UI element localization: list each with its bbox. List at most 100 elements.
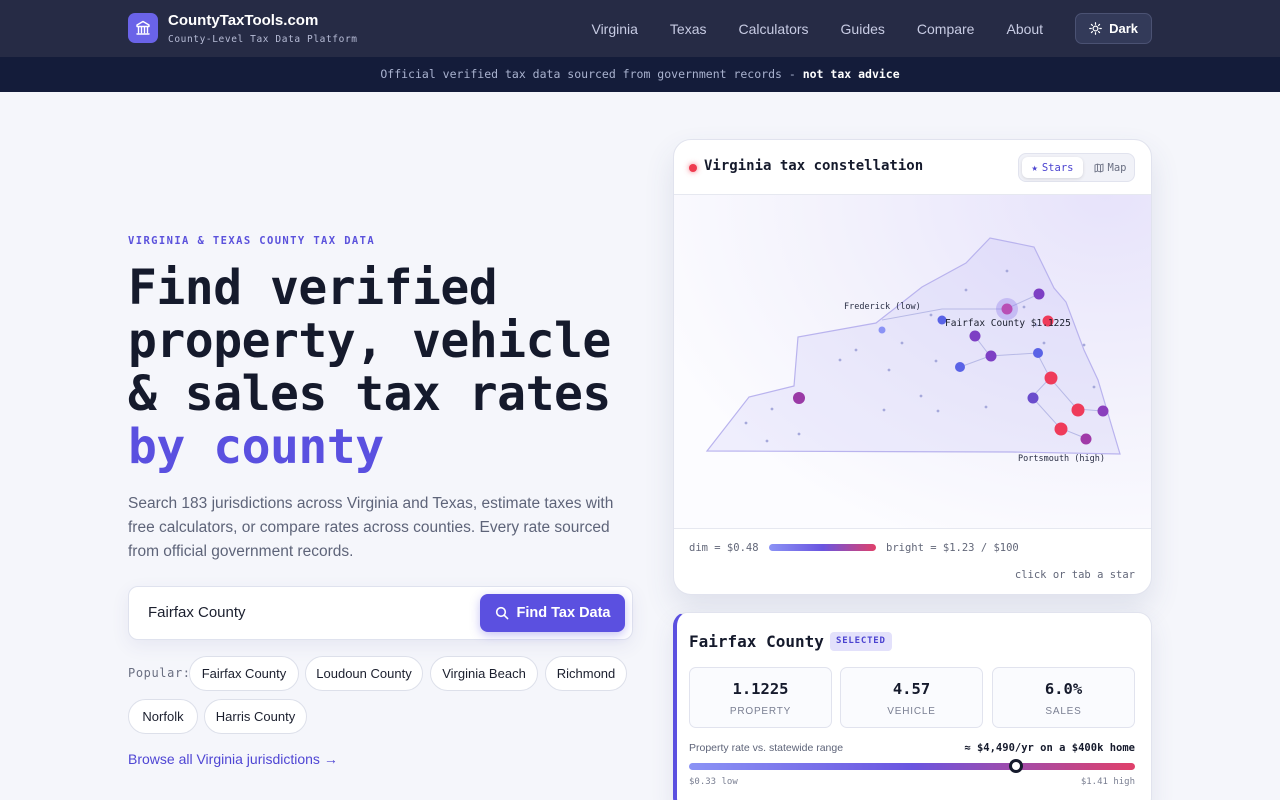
annual-estimate: ≈ $4,490/yr on a $400k home — [964, 742, 1135, 754]
faint-star — [934, 359, 938, 363]
live-indicator — [689, 164, 697, 172]
hero-eyebrow: VIRGINIA & TEXAS COUNTY TAX DATA — [128, 235, 376, 247]
headline-line: property, vehicle — [128, 313, 611, 369]
toggle-map[interactable]: Map — [1087, 157, 1133, 178]
county-star[interactable] — [1071, 403, 1085, 417]
nav-link-texas[interactable]: Texas — [670, 14, 707, 44]
nav-link-compare[interactable]: Compare — [917, 14, 975, 44]
county-star[interactable] — [1044, 371, 1058, 385]
chip-loudoun-county[interactable]: Loudoun County — [305, 656, 423, 691]
chip-fairfax-county[interactable]: Fairfax County — [189, 656, 299, 691]
stat-value: 1.1225 — [732, 680, 789, 698]
disclaimer-banner: Official verified tax data sourced from … — [0, 57, 1280, 92]
stat-label: VEHICLE — [887, 706, 936, 717]
toggle-stars[interactable]: ★ Stars — [1022, 157, 1083, 178]
county-star[interactable] — [1033, 288, 1045, 300]
capitol-building-icon[interactable] — [128, 13, 158, 43]
browse-virginia-link[interactable]: Browse all Virginia jurisdictions → — [128, 751, 338, 767]
faint-star — [936, 409, 940, 413]
nav-link-about[interactable]: About — [1006, 14, 1043, 44]
rate-range-track — [689, 759, 1135, 773]
county-star[interactable] — [1080, 433, 1092, 445]
faint-star — [919, 394, 923, 398]
toggle-map-label: Map — [1107, 161, 1127, 174]
brand-tagline: County-Level Tax Data Platform — [168, 34, 358, 45]
label-high: Portsmouth (high) — [1018, 454, 1105, 464]
county-detail-card: Fairfax County SELECTED 1.1225 PROPERTY … — [673, 612, 1152, 800]
faint-star — [1042, 341, 1046, 345]
banner-text: Official verified tax data sourced from … — [380, 67, 803, 81]
stat-value: 4.57 — [892, 680, 931, 698]
stat-label: PROPERTY — [729, 706, 792, 717]
county-star[interactable] — [1097, 405, 1109, 417]
faint-star — [984, 405, 988, 409]
theme-toggle-button[interactable]: Dark — [1075, 13, 1152, 44]
search-input[interactable] — [148, 604, 468, 621]
faint-star — [797, 432, 801, 436]
hero-headline: Find verified property, vehicle & sales … — [128, 262, 611, 474]
county-star[interactable] — [1033, 348, 1043, 358]
chip-virginia-beach[interactable]: Virginia Beach — [430, 656, 538, 691]
faint-star — [1092, 385, 1096, 389]
range-min: $0.33 low — [689, 777, 738, 787]
faint-star — [1022, 305, 1026, 309]
headline-line: Find verified — [128, 260, 498, 316]
brand-name[interactable]: CountyTaxTools.com — [168, 12, 318, 29]
rate-range-marker[interactable] — [1009, 759, 1024, 773]
nav-link-guides[interactable]: Guides — [841, 14, 885, 44]
county-star[interactable] — [793, 392, 805, 404]
stat-label: SALES — [1045, 706, 1082, 717]
county-star[interactable] — [969, 330, 981, 342]
county-star[interactable] — [878, 326, 886, 334]
faint-star — [854, 348, 858, 352]
county-star[interactable] — [955, 362, 965, 372]
range-label: Property rate vs. statewide range — [689, 742, 844, 754]
constellation-map[interactable]: Frederick (low) Fairfax County $1.1225 P… — [674, 195, 1151, 529]
nav-link-calculators[interactable]: Calculators — [739, 14, 809, 44]
label-selected: Fairfax County $1.1225 — [945, 318, 1071, 329]
chip-norfolk[interactable]: Norfolk — [128, 699, 198, 734]
faint-star — [765, 439, 769, 443]
brightness-legend: dim = $0.48 bright = $1.23 / $100 — [689, 542, 1139, 554]
search-icon — [495, 606, 508, 620]
hero-lead: Search 183 jurisdictions across Virginia… — [128, 495, 614, 560]
faint-star — [964, 288, 968, 292]
theme-toggle-label: Dark — [1109, 21, 1138, 36]
view-toggle: ★ Stars Map — [1018, 153, 1135, 182]
constellation-title: Virginia tax constellation — [704, 158, 924, 174]
stat-value: 6.0% — [1044, 680, 1083, 698]
faint-star — [929, 313, 933, 317]
headline-line: & sales tax rates — [128, 366, 611, 422]
nav-links: Virginia Texas Calculators Guides Compar… — [591, 13, 1152, 44]
search-bar: Find Tax Data — [128, 586, 633, 640]
stat-vehicle: 4.57 VEHICLE — [840, 667, 983, 728]
faint-star — [838, 358, 842, 362]
constellation-svg: Frederick (low) Fairfax County $1.1225 P… — [705, 237, 1121, 464]
find-tax-data-label: Find Tax Data — [516, 605, 611, 621]
chip-richmond[interactable]: Richmond — [545, 656, 627, 691]
legend-dim: dim = $0.48 — [689, 542, 759, 554]
faint-star — [882, 408, 886, 412]
toggle-stars-label: Stars — [1041, 161, 1074, 174]
legend-bright: bright = $1.23 / $100 — [886, 542, 1019, 554]
county-star[interactable] — [985, 350, 997, 362]
sun-icon — [1089, 22, 1102, 35]
constellation-card: Virginia tax constellation ★Stars Map F — [673, 139, 1152, 595]
stat-property: 1.1225 PROPERTY — [689, 667, 832, 728]
chip-harris-county[interactable]: Harris County — [204, 699, 307, 734]
range-max: $1.41 high — [1080, 777, 1135, 787]
faint-star — [1005, 269, 1009, 273]
banner-emphasis: not tax advice — [802, 67, 900, 81]
faint-star — [900, 341, 904, 345]
legend-gradient-bar — [769, 544, 876, 551]
county-star[interactable] — [1054, 422, 1068, 436]
map-icon — [1094, 163, 1103, 172]
find-tax-data-button[interactable]: Find Tax Data — [480, 594, 625, 632]
star-icon: ★ — [1031, 161, 1038, 174]
county-star[interactable] — [1027, 392, 1039, 404]
label-low: Frederick (low) — [844, 302, 921, 312]
constellation-header: Virginia tax constellation ★ Stars Map — [674, 140, 1151, 195]
nav-link-virginia[interactable]: Virginia — [591, 14, 637, 44]
selected-county-star[interactable] — [1001, 303, 1013, 315]
virginia-outline — [705, 237, 1121, 455]
